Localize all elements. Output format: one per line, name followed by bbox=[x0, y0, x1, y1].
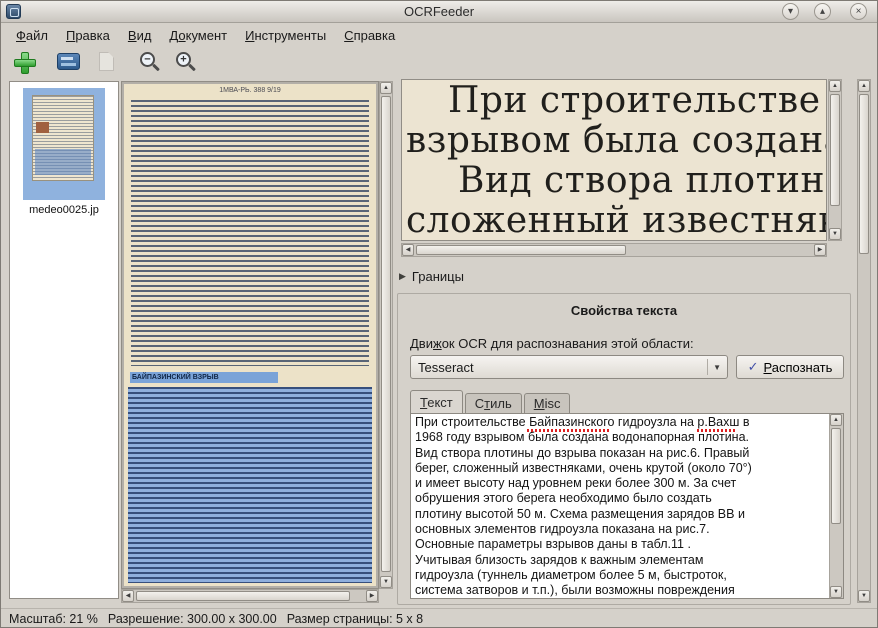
page-thumbnail-image bbox=[32, 95, 94, 181]
preview-line: Вид створа плотины bbox=[458, 160, 827, 201]
ocr-text-area[interactable]: При строительстве Байпазинского гидроузл… bbox=[411, 414, 829, 598]
status-zoom: Масштаб: 21 % bbox=[9, 612, 98, 626]
document-page[interactable]: 1МВА-РЬ. 388 9/19 БАЙПАЗИНСКИЙ ВЗРЫВ bbox=[124, 84, 376, 586]
expander-label: Границы bbox=[412, 269, 464, 284]
tab-misc[interactable]: Misc bbox=[524, 393, 571, 413]
preview-line: сложенный известняками bbox=[406, 200, 827, 241]
tab-text[interactable]: Текст bbox=[410, 390, 463, 413]
maximize-button[interactable]: ▴ bbox=[814, 3, 831, 20]
tab-style[interactable]: Стиль bbox=[465, 393, 522, 413]
menu-file[interactable]: Файл bbox=[7, 26, 57, 45]
page-thumbnail-selected[interactable] bbox=[23, 88, 105, 200]
menubar: Файл Правка Вид Документ Инструменты Спр… bbox=[1, 24, 877, 46]
minimize-button[interactable]: ▾ bbox=[782, 3, 799, 20]
ocr-engine-select[interactable]: Tesseract ▼ bbox=[410, 355, 728, 379]
export-document-button[interactable] bbox=[91, 47, 121, 76]
close-button[interactable]: × bbox=[850, 3, 867, 20]
scrollbar-corner bbox=[379, 589, 393, 603]
preview-vertical-scrollbar[interactable]: ▲ ▼ bbox=[828, 79, 842, 241]
status-resolution: Разрешение: 300.00 x 300.00 bbox=[108, 612, 277, 626]
preview-line: При строительстве bbox=[448, 80, 821, 121]
scroll-left-arrow[interactable]: ◀ bbox=[402, 244, 414, 256]
text-vertical-scrollbar[interactable]: ▲ ▼ bbox=[829, 414, 843, 598]
menu-tools[interactable]: Инструменты bbox=[236, 26, 335, 45]
boxes-expander[interactable]: ▶ Границы bbox=[399, 267, 464, 285]
scrollbar-thumb[interactable] bbox=[416, 245, 626, 255]
status-page-size: Размер страницы: 5 x 8 bbox=[287, 612, 423, 626]
statusbar: Масштаб: 21 % Разрешение: 300.00 x 300.0… bbox=[1, 608, 877, 628]
menu-document[interactable]: Документ bbox=[160, 26, 236, 45]
pages-panel: medeo0025.jp bbox=[9, 81, 119, 599]
scroll-right-arrow[interactable]: ▶ bbox=[366, 590, 378, 602]
detect-areas-icon bbox=[57, 53, 80, 70]
thumbnail-photo-region bbox=[36, 122, 49, 133]
text-properties-tabs: Текст Стиль Misc bbox=[410, 390, 572, 413]
scroll-up-arrow[interactable]: ▲ bbox=[829, 80, 841, 92]
document-canvas[interactable]: 1МВА-РЬ. 388 9/19 БАЙПАЗИНСКИЙ ВЗРЫВ bbox=[121, 81, 379, 589]
ocr-engine-value: Tesseract bbox=[411, 360, 707, 375]
document-vertical-scrollbar[interactable]: ▲ ▼ bbox=[379, 81, 393, 589]
menu-view[interactable]: Вид bbox=[119, 26, 161, 45]
zoom-out-button[interactable]: − bbox=[135, 47, 165, 76]
scrollbar-thumb[interactable] bbox=[831, 428, 841, 524]
expander-arrow-icon: ▶ bbox=[399, 271, 406, 282]
document-view: 1МВА-РЬ. 388 9/19 БАЙПАЗИНСКИЙ ВЗРЫВ ▲ ▼… bbox=[121, 81, 393, 603]
scroll-up-arrow[interactable]: ▲ bbox=[830, 414, 842, 426]
zoom-in-button[interactable]: + bbox=[171, 47, 201, 76]
spellcheck-icon: ✓ bbox=[748, 359, 759, 375]
scroll-down-arrow[interactable]: ▼ bbox=[380, 576, 392, 588]
scrollbar-thumb[interactable] bbox=[136, 591, 350, 601]
toolbar: − + bbox=[1, 46, 877, 77]
recognize-button-label: Распознать bbox=[763, 360, 832, 375]
menu-edit[interactable]: Правка bbox=[57, 26, 119, 45]
scrollbar-thumb[interactable] bbox=[830, 94, 840, 206]
text-region-selected[interactable] bbox=[128, 387, 372, 583]
preview-horizontal-scrollbar[interactable]: ◀ ▶ bbox=[401, 243, 827, 257]
text-properties-frame: Свойства текста Движок OCR для распознав… bbox=[397, 293, 851, 605]
recognize-button[interactable]: ✓ Распознать bbox=[736, 355, 844, 379]
scroll-left-arrow[interactable]: ◀ bbox=[122, 590, 134, 602]
text-properties-title: Свойства текста bbox=[398, 303, 850, 318]
chevron-down-icon: ▼ bbox=[713, 363, 721, 372]
zoom-in-icon: + bbox=[176, 52, 191, 67]
panel-vertical-scrollbar[interactable]: ▲ ▼ bbox=[857, 79, 871, 603]
scroll-up-arrow[interactable]: ▲ bbox=[858, 80, 870, 92]
main-area: medeo0025.jp 1МВА-РЬ. 388 9/19 БАЙПАЗИНС… bbox=[1, 77, 877, 608]
zoom-out-icon: − bbox=[140, 52, 155, 67]
document-icon bbox=[99, 52, 114, 71]
window-title: OCRFeeder bbox=[1, 4, 877, 19]
plus-icon bbox=[13, 51, 35, 73]
ocr-engine-label: Движок OCR для распознавания этой област… bbox=[410, 336, 694, 351]
ocr-text-container: При строительстве Байпазинского гидроузл… bbox=[410, 413, 844, 599]
menu-help[interactable]: Справка bbox=[335, 26, 404, 45]
thumbnail-highlight-region bbox=[35, 149, 91, 175]
scrollbar-thumb[interactable] bbox=[381, 96, 391, 572]
section-title-highlight[interactable]: БАЙПАЗИНСКИЙ ВЗРЫВ bbox=[130, 372, 278, 383]
scroll-right-arrow[interactable]: ▶ bbox=[814, 244, 826, 256]
add-page-button[interactable] bbox=[9, 47, 39, 76]
titlebar: OCRFeeder ▾ ▴ × bbox=[1, 1, 877, 23]
scrollbar-thumb[interactable] bbox=[859, 94, 869, 254]
scroll-down-arrow[interactable]: ▼ bbox=[858, 590, 870, 602]
document-horizontal-scrollbar[interactable]: ◀ ▶ bbox=[121, 589, 379, 603]
scroll-down-arrow[interactable]: ▼ bbox=[830, 586, 842, 598]
detect-areas-button[interactable] bbox=[53, 47, 83, 76]
preview-line: взрывом была создана bbox=[406, 120, 827, 161]
scroll-down-arrow[interactable]: ▼ bbox=[829, 228, 841, 240]
ocrfeeder-window: OCRFeeder ▾ ▴ × Файл Правка Вид Документ… bbox=[0, 0, 878, 628]
text-region-top[interactable] bbox=[131, 100, 369, 366]
region-preview: При строительстве взрывом была создана В… bbox=[401, 79, 827, 241]
page-header-text: 1МВА-РЬ. 388 9/19 bbox=[124, 87, 376, 94]
combo-separator bbox=[707, 359, 708, 375]
page-filename: medeo0025.jp bbox=[10, 204, 118, 216]
scroll-up-arrow[interactable]: ▲ bbox=[380, 82, 392, 94]
